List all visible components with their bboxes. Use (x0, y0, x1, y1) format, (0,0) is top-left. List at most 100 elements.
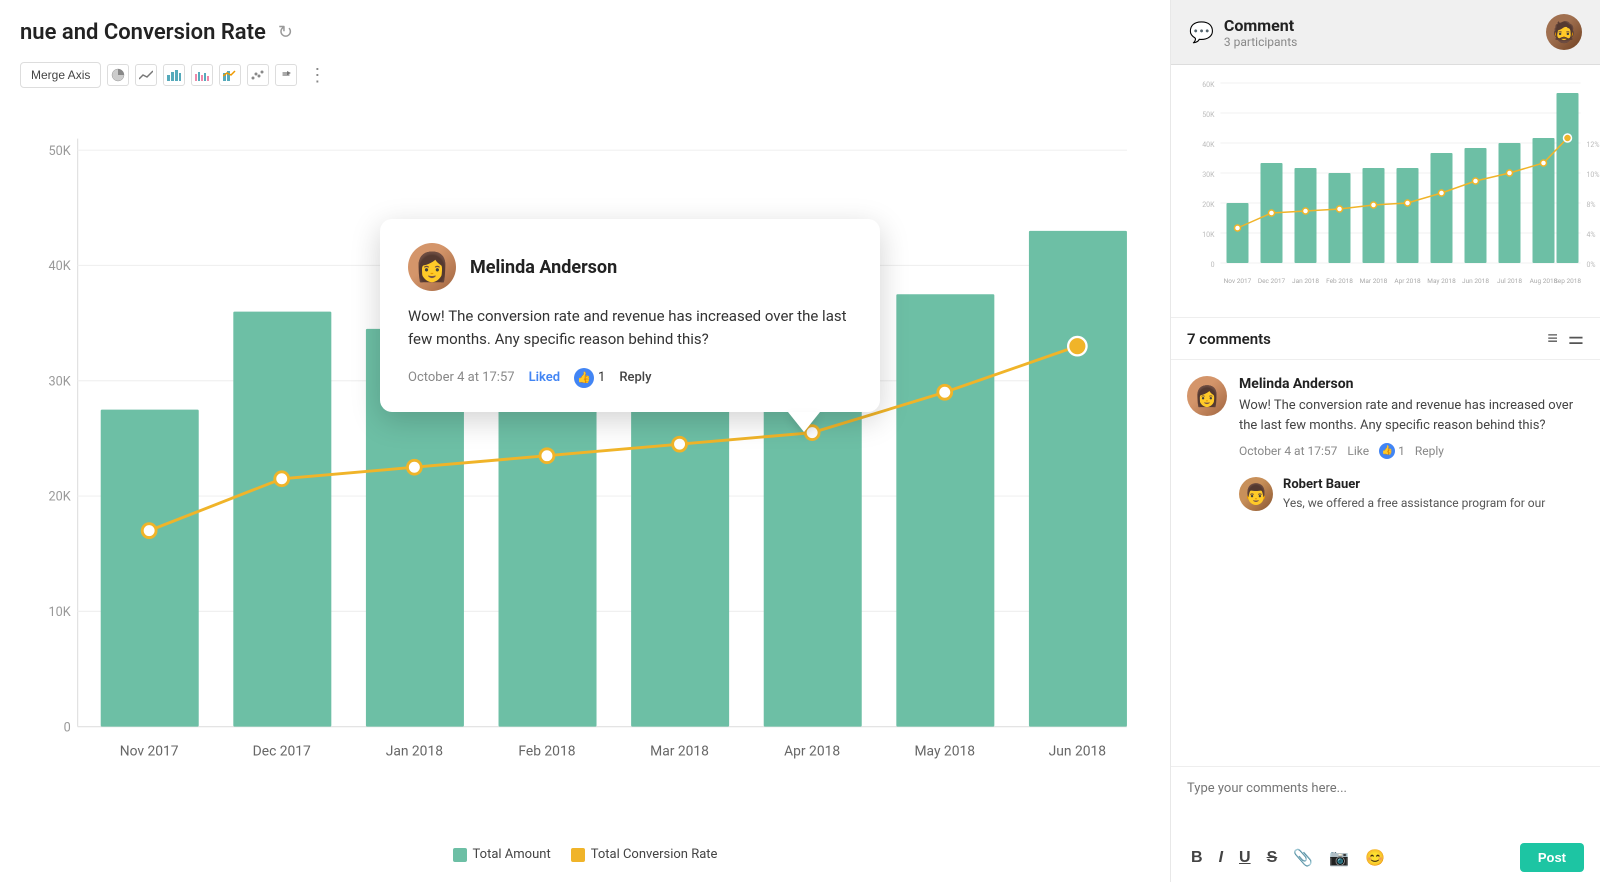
tooltip-time: October 4 at 17:57 (408, 370, 515, 385)
svg-text:50K: 50K (1202, 111, 1215, 119)
comment-reply[interactable]: Reply (1415, 444, 1444, 458)
comments-count: 7 comments (1187, 330, 1271, 348)
scatter-chart-icon[interactable] (247, 64, 269, 86)
svg-text:40K: 40K (49, 259, 71, 274)
pie-chart-icon[interactable] (107, 64, 129, 86)
svg-text:Mar 2018: Mar 2018 (1360, 277, 1388, 285)
comment-panel-subtitle: 3 participants (1224, 35, 1297, 49)
post-button[interactable]: Post (1520, 843, 1584, 872)
nested-author: Robert Bauer (1283, 477, 1584, 492)
svg-text:0: 0 (64, 720, 71, 735)
comment-like-count: 👍 1 (1379, 443, 1405, 459)
comment-panel-icon: 💬 (1189, 20, 1214, 44)
tooltip-author-name: Melinda Anderson (470, 257, 617, 278)
hamburger-icon[interactable]: ≡ (1547, 328, 1558, 349)
comments-count-bar: 7 comments ≡ ⚌ (1171, 318, 1600, 360)
panel-title-group: 💬 Comment 3 participants (1189, 16, 1297, 49)
tooltip-avatar (408, 243, 456, 291)
comment-like[interactable]: Like (1347, 444, 1369, 458)
comment-item: Melinda Anderson Wow! The conversion rat… (1187, 376, 1584, 459)
tooltip-reply[interactable]: Reply (619, 370, 651, 385)
comment-list[interactable]: Melinda Anderson Wow! The conversion rat… (1171, 360, 1600, 766)
tooltip-like-count: 👍 1 (574, 368, 605, 388)
svg-text:50K: 50K (49, 144, 71, 159)
svg-text:Jan 2018: Jan 2018 (1292, 277, 1319, 285)
comment-time: October 4 at 17:57 (1239, 444, 1337, 458)
svg-text:20K: 20K (1202, 201, 1215, 209)
legend-color-amount (453, 848, 467, 862)
refresh-icon[interactable]: ↻ (278, 22, 293, 43)
svg-text:Feb 2018: Feb 2018 (518, 744, 575, 760)
svg-text:Sep 2018: Sep 2018 (1554, 277, 1582, 285)
svg-text:May 2018: May 2018 (1427, 277, 1456, 285)
svg-text:Mar 2018: Mar 2018 (650, 744, 709, 760)
svg-text:Jun 2018: Jun 2018 (1049, 744, 1107, 760)
mini-chart: 0 10K 20K 30K 40K 50K 60K 0% 4% 8% 10% 1… (1171, 65, 1600, 318)
panel-actions: ≡ ⚌ (1547, 328, 1584, 349)
mini-chart-svg: 0 10K 20K 30K 40K 50K 60K 0% 4% 8% 10% 1… (1171, 73, 1600, 313)
svg-text:Nov 2017: Nov 2017 (1224, 277, 1252, 285)
tooltip-actions: October 4 at 17:57 Liked 👍 1 Reply (408, 368, 852, 388)
grouped-bar-icon[interactable] (191, 64, 213, 86)
tooltip-text: Wow! The conversion rate and revenue has… (408, 305, 852, 352)
comment-input[interactable] (1187, 781, 1584, 831)
comment-body: Melinda Anderson Wow! The conversion rat… (1239, 376, 1584, 459)
chart-area: nue and Conversion Rate ↻ Merge Axis ⋮ (0, 0, 1170, 882)
bar-chart-icon[interactable] (163, 64, 185, 86)
like-thumb-icon: 👍 (574, 368, 594, 388)
small-thumb-icon: 👍 (1379, 443, 1395, 459)
attach-button[interactable]: 📎 (1289, 846, 1317, 870)
comment-panel: 💬 Comment 3 participants 0 10K 20K 30K 4… (1170, 0, 1600, 882)
svg-text:10%: 10% (1587, 171, 1600, 179)
svg-text:Nov 2017: Nov 2017 (120, 744, 179, 760)
legend-conversion-rate: Total Conversion Rate (571, 847, 718, 862)
italic-button[interactable]: I (1215, 846, 1227, 870)
svg-text:Dec 2017: Dec 2017 (253, 744, 311, 760)
nested-reply: Robert Bauer Yes, we offered a free assi… (1239, 477, 1584, 512)
nested-text: Yes, we offered a free assistance progra… (1283, 495, 1584, 512)
svg-text:12%: 12% (1587, 141, 1600, 149)
svg-text:0: 0 (1211, 261, 1215, 269)
merge-axis-button[interactable]: Merge Axis (20, 62, 101, 88)
comment-panel-header: 💬 Comment 3 participants (1171, 0, 1600, 65)
more-button[interactable]: ⋮ (303, 61, 331, 89)
more-options-icon[interactable] (275, 64, 297, 86)
svg-text:8%: 8% (1587, 201, 1596, 209)
legend-total-amount: Total Amount (453, 847, 551, 862)
svg-text:10K: 10K (1202, 231, 1215, 239)
legend-rate-label: Total Conversion Rate (591, 847, 718, 862)
comment-avatar-melinda (1187, 376, 1227, 416)
comment-input-area: B I U S 📎 📷 😊 Post (1171, 766, 1600, 882)
emoji-button[interactable]: 😊 (1361, 846, 1389, 870)
legend-color-rate (571, 848, 585, 862)
svg-text:Jun 2018: Jun 2018 (1462, 277, 1489, 285)
underline-button[interactable]: U (1235, 846, 1255, 870)
legend-amount-label: Total Amount (473, 847, 551, 862)
panel-user-avatar (1546, 14, 1582, 50)
svg-text:Dec 2017: Dec 2017 (1258, 277, 1286, 285)
chart-toolbar: Merge Axis ⋮ (20, 61, 1150, 89)
svg-text:4%: 4% (1587, 231, 1596, 239)
svg-text:60K: 60K (1202, 81, 1215, 89)
svg-text:10K: 10K (49, 605, 71, 620)
line-chart-icon[interactable] (135, 64, 157, 86)
svg-text:Apr 2018: Apr 2018 (1394, 277, 1421, 285)
comment-like-number: 1 (1398, 444, 1405, 458)
chart-title: nue and Conversion Rate (20, 20, 266, 45)
align-icon[interactable]: ⚌ (1568, 328, 1584, 349)
svg-text:Feb 2018: Feb 2018 (1326, 277, 1353, 285)
svg-text:0%: 0% (1587, 261, 1596, 269)
comment-panel-title: Comment (1224, 16, 1297, 35)
tooltip-author: Melinda Anderson (408, 243, 852, 291)
comment-toolbar: B I U S 📎 📷 😊 Post (1187, 843, 1584, 872)
tooltip-liked[interactable]: Liked (529, 370, 560, 385)
comment-actions: October 4 at 17:57 Like 👍 1 Reply (1239, 443, 1584, 459)
svg-text:20K: 20K (49, 490, 71, 505)
chart-wrapper: 0 10K 20K 30K 40K 50K (20, 109, 1150, 837)
svg-text:30K: 30K (1202, 171, 1215, 179)
bold-button[interactable]: B (1187, 846, 1207, 870)
chart-header: nue and Conversion Rate ↻ (20, 20, 1150, 45)
combo-chart-icon[interactable] (219, 64, 241, 86)
camera-button[interactable]: 📷 (1325, 846, 1353, 870)
strikethrough-button[interactable]: S (1263, 846, 1282, 870)
